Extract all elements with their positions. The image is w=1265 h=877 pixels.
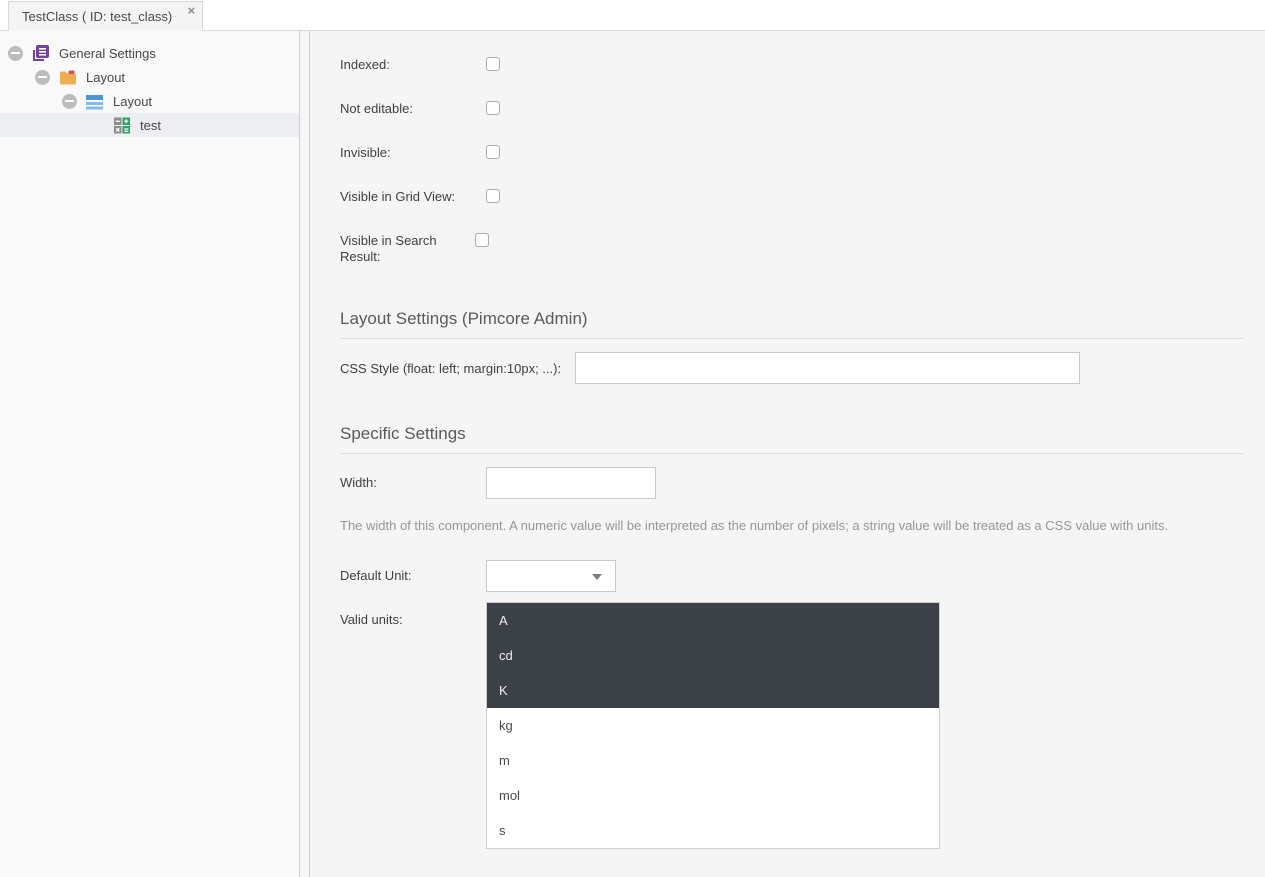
folder-icon: [59, 69, 77, 86]
panel-splitter[interactable]: [300, 31, 309, 877]
valid-units-list: A cd K kg m mol s: [486, 602, 940, 849]
default-unit-row: Default Unit:: [340, 560, 1243, 592]
invisible-row: Invisible:: [340, 145, 1243, 161]
indexed-checkbox[interactable]: [486, 57, 500, 71]
section-divider: [340, 453, 1243, 454]
tab-bar: TestClass ( ID: test_class) ×: [0, 0, 1265, 31]
tab-title: TestClass ( ID: test_class): [22, 9, 172, 24]
specific-settings-title: Specific Settings: [340, 424, 1243, 444]
unit-option-cd[interactable]: cd: [487, 638, 939, 673]
calculator-icon: [113, 117, 131, 134]
unit-option-s[interactable]: s: [487, 813, 939, 848]
visible-grid-checkbox[interactable]: [486, 189, 500, 203]
visible-grid-label: Visible in Grid View:: [340, 189, 486, 205]
tree-item-label: test: [140, 118, 161, 133]
unit-option-mol[interactable]: mol: [487, 778, 939, 813]
width-input[interactable]: [486, 467, 656, 499]
default-unit-label: Default Unit:: [340, 568, 486, 584]
default-unit-select[interactable]: [486, 560, 616, 592]
css-style-row: CSS Style (float: left; margin:10px; ...…: [340, 352, 1243, 384]
tree-item-layout[interactable]: Layout: [0, 89, 299, 113]
section-divider: [340, 338, 1243, 339]
valid-units-label: Valid units:: [340, 602, 486, 628]
tree-item-label: Layout: [86, 70, 125, 85]
unit-option-a[interactable]: A: [487, 603, 939, 638]
collapse-icon[interactable]: [8, 46, 23, 61]
tree-item-label: General Settings: [59, 46, 156, 61]
valid-units-row: Valid units: A cd K kg m mol s: [340, 602, 1243, 849]
layout-icon: [86, 93, 104, 110]
width-row: Width:: [340, 467, 1243, 499]
field-settings-panel: Indexed: Not editable: Invisible: Visibl…: [309, 31, 1265, 877]
invisible-label: Invisible:: [340, 145, 486, 161]
width-label: Width:: [340, 475, 486, 491]
not-editable-label: Not editable:: [340, 101, 486, 117]
indexed-row: Indexed:: [340, 57, 1243, 73]
tab-close-icon[interactable]: ×: [188, 5, 196, 17]
visible-search-label: Visible in Search Result:: [340, 233, 475, 265]
collapse-icon[interactable]: [35, 70, 50, 85]
visible-search-checkbox[interactable]: [475, 233, 489, 247]
class-icon: [32, 45, 50, 62]
css-style-label: CSS Style (float: left; margin:10px; ...…: [340, 361, 575, 376]
tree-item-test[interactable]: test: [0, 113, 299, 137]
unit-option-m[interactable]: m: [487, 743, 939, 778]
layout-settings-title: Layout Settings (Pimcore Admin): [340, 309, 1243, 329]
chevron-down-icon: [592, 574, 602, 580]
visible-search-row: Visible in Search Result:: [340, 233, 1243, 265]
width-help-text: The width of this component. A numeric v…: [340, 518, 1243, 533]
tree-item-label: Layout: [113, 94, 152, 109]
tree-item-general-settings[interactable]: General Settings: [0, 41, 299, 65]
collapse-icon[interactable]: [62, 94, 77, 109]
tab-testclass[interactable]: TestClass ( ID: test_class) ×: [8, 1, 203, 31]
not-editable-checkbox[interactable]: [486, 101, 500, 115]
class-structure-tree: General Settings Layout Layout: [0, 31, 300, 877]
unit-option-k[interactable]: K: [487, 673, 939, 708]
indexed-label: Indexed:: [340, 57, 486, 73]
css-style-input[interactable]: [575, 352, 1080, 384]
visible-grid-row: Visible in Grid View:: [340, 189, 1243, 205]
unit-option-kg[interactable]: kg: [487, 708, 939, 743]
invisible-checkbox[interactable]: [486, 145, 500, 159]
tree-item-layout-folder[interactable]: Layout: [0, 65, 299, 89]
not-editable-row: Not editable:: [340, 101, 1243, 117]
